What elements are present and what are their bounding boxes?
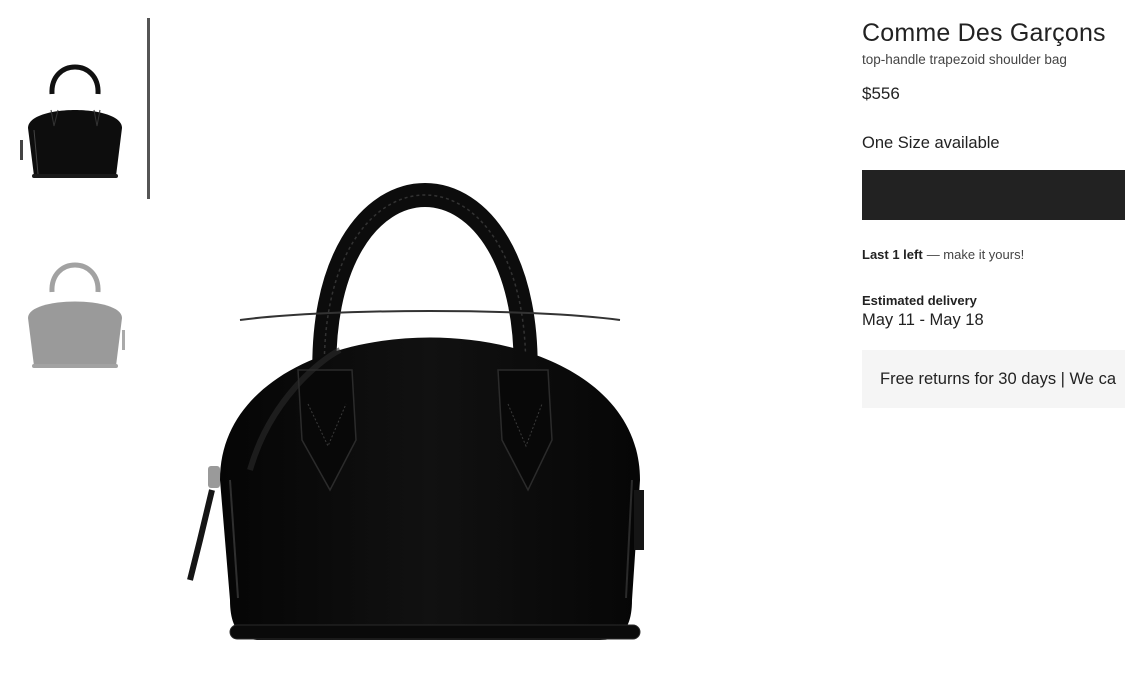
product-price: $556	[862, 84, 900, 103]
delivery-label: Estimated delivery	[862, 293, 977, 308]
thumbnail-selected-indicator	[147, 18, 150, 199]
returns-text: Free returns for 30 days | We ca	[880, 369, 1116, 388]
stock-status: Last 1 left — make it yours!	[862, 247, 1125, 263]
product-page: Comme Des Garçons top-handle trapezoid s…	[0, 0, 1125, 693]
stock-note: — make it yours!	[926, 247, 1025, 262]
bag-thumbnail-image	[28, 262, 125, 368]
thumbnail-2[interactable]	[14, 216, 136, 396]
stock-count: Last 1 left	[862, 247, 923, 262]
product-description: top-handle trapezoid shoulder bag	[862, 52, 1067, 67]
thumbnail-1[interactable]	[14, 18, 136, 198]
product-brand[interactable]: Comme Des Garçons	[862, 18, 1125, 48]
thumbnail-gallery	[14, 18, 154, 368]
bag-thumbnail-image	[20, 64, 122, 178]
bag-main-image	[187, 183, 644, 640]
product-info: Comme Des Garçons top-handle trapezoid s…	[862, 18, 1125, 408]
main-product-image[interactable]	[180, 140, 660, 660]
add-to-bag-button[interactable]	[862, 170, 1125, 220]
size-availability: One Size available	[862, 134, 1000, 152]
returns-banner[interactable]: Free returns for 30 days | We ca	[862, 350, 1125, 408]
delivery-dates: May 11 - May 18	[862, 311, 984, 329]
